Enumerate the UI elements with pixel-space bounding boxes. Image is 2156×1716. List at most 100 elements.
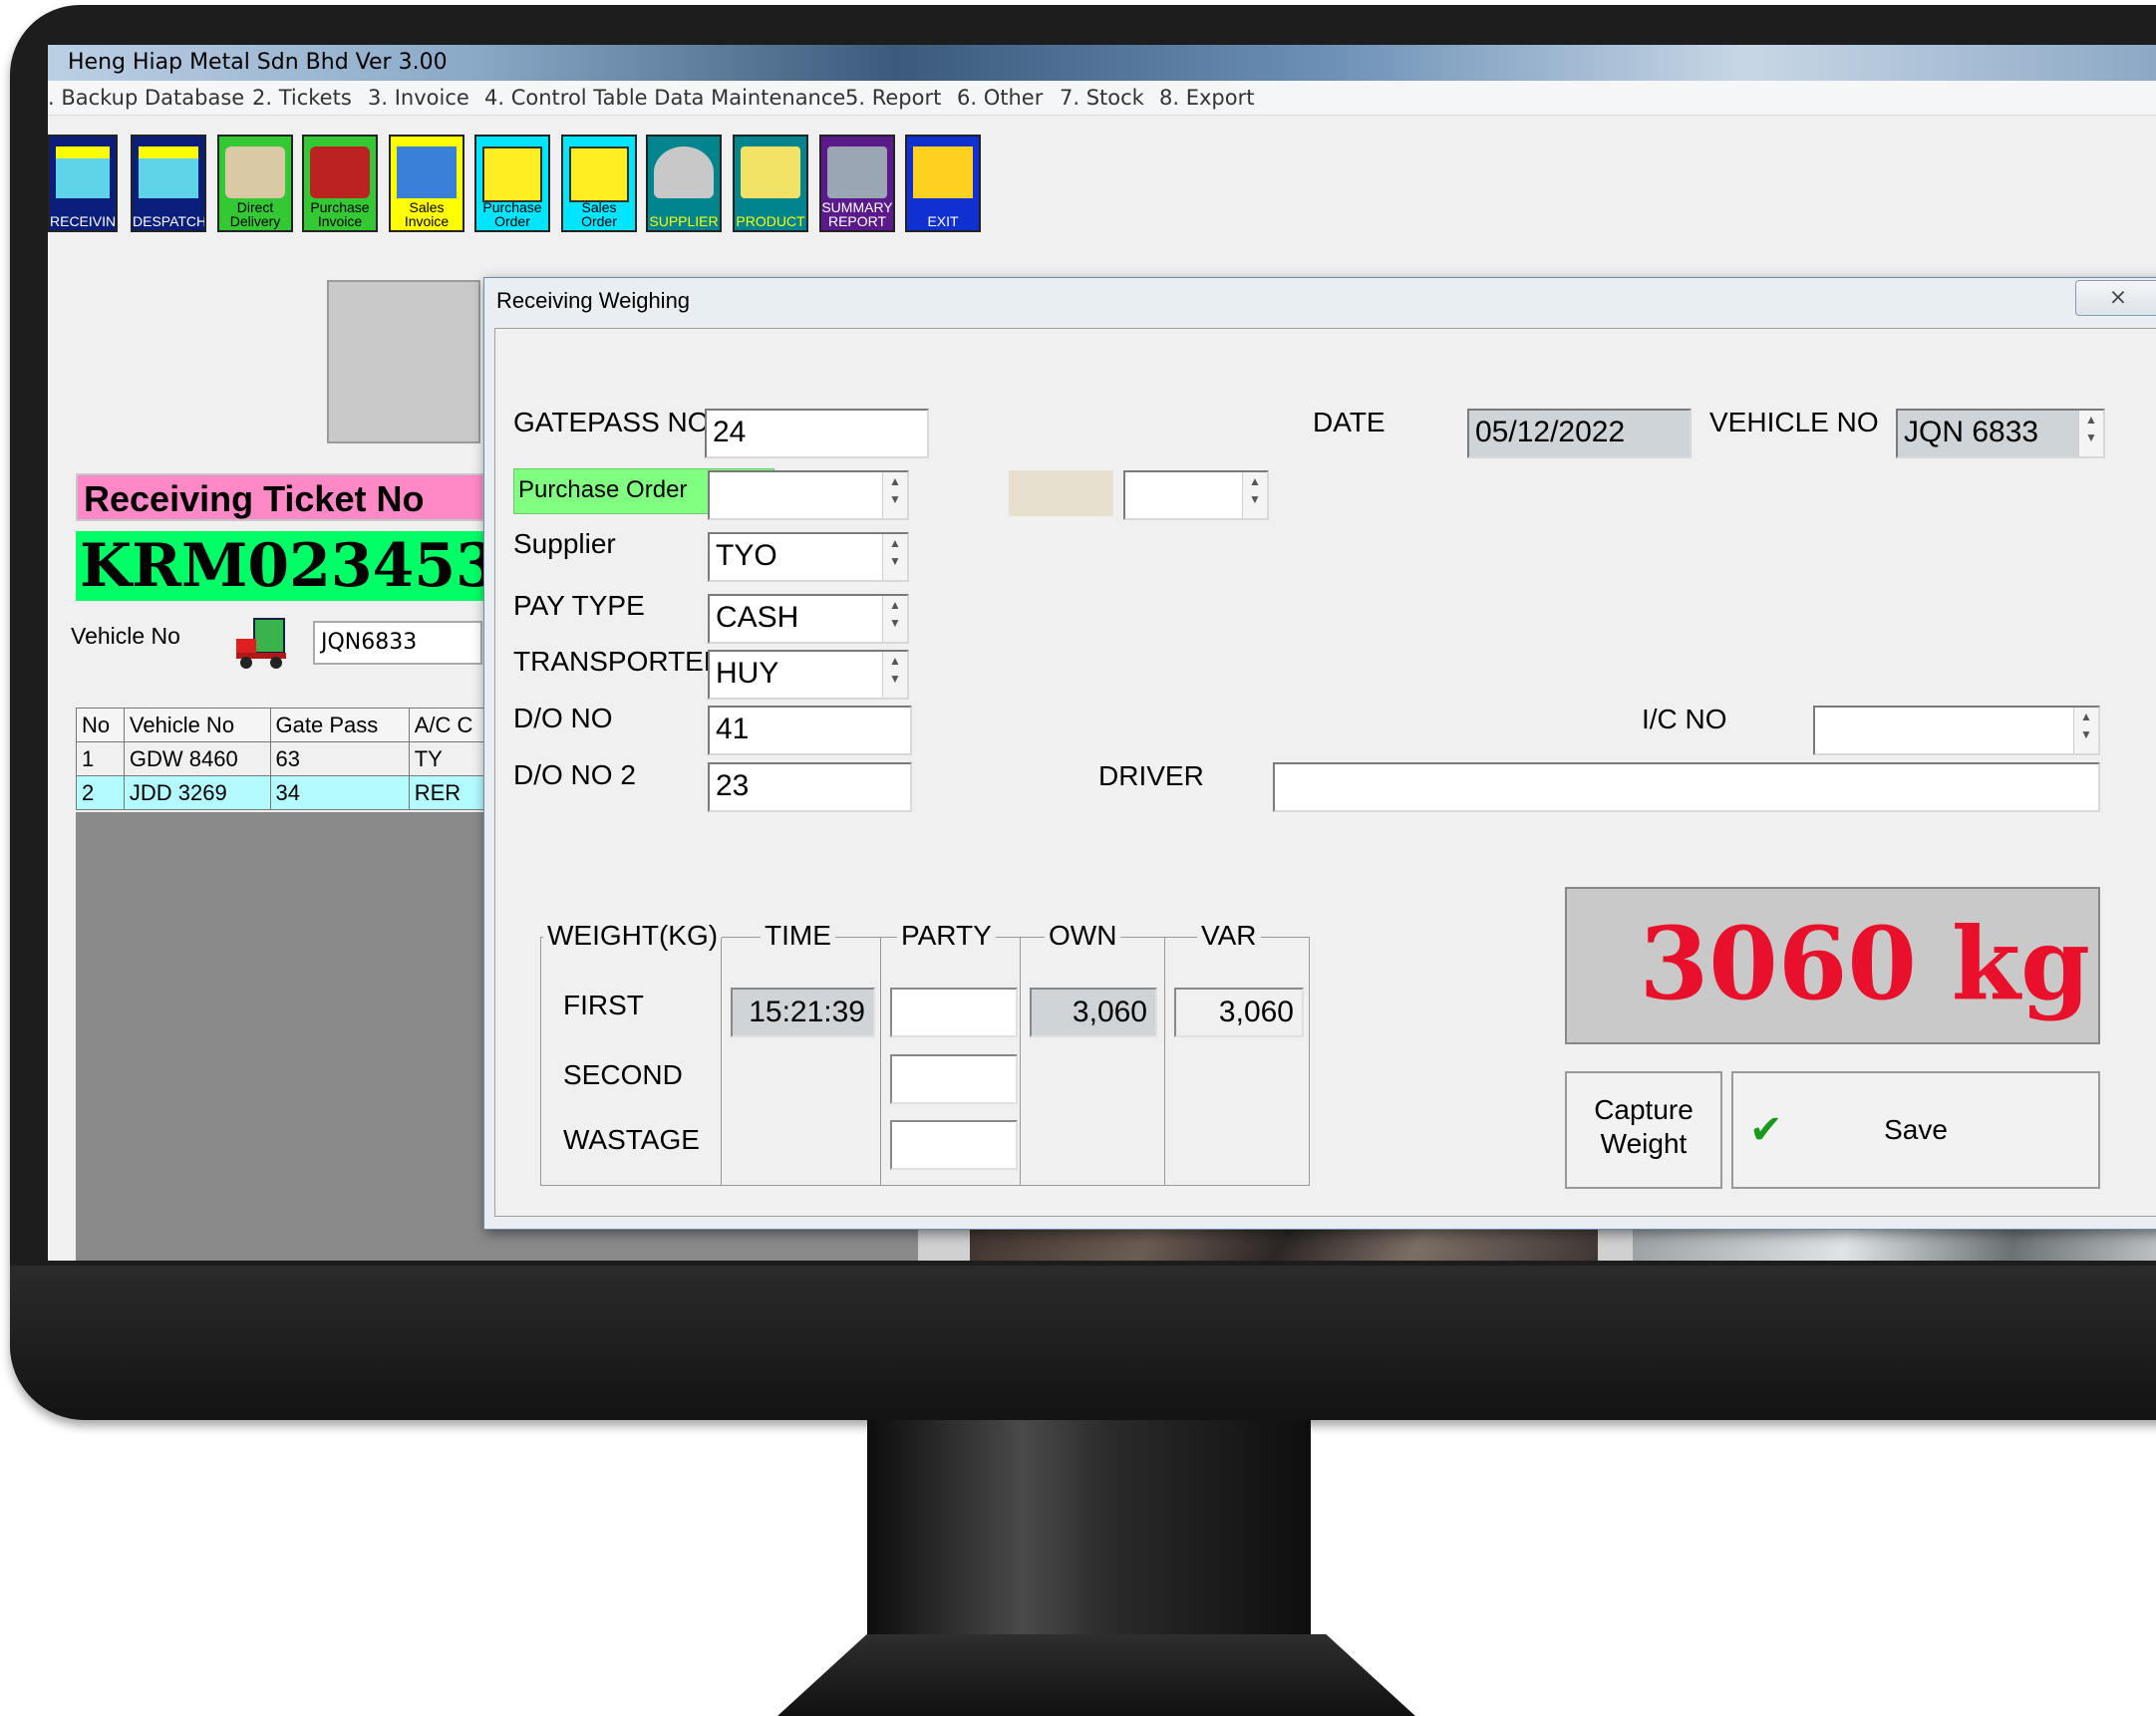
vehicle-no-select[interactable]: JQN 6833 ▲ ▼	[1896, 409, 2105, 458]
menu-control-table[interactable]: 4. Control Table Data Maintenance	[484, 86, 845, 110]
close-icon: ⨯	[2108, 284, 2128, 309]
second-row-label: SECOND	[563, 1059, 683, 1090]
menu-other[interactable]: 6. Other	[957, 86, 1043, 110]
ic-no-input[interactable]: ▲ ▼	[1813, 706, 2100, 755]
party-column	[880, 938, 881, 1185]
receiving-ticket-number: KRM0234537	[76, 531, 484, 601]
grid-header-row: No Vehicle No Gate Pass A/C C	[76, 708, 495, 742]
menu-stock[interactable]: 7. Stock	[1060, 86, 1144, 110]
spinner-arrows-icon[interactable]: ▲ ▼	[882, 596, 907, 642]
date-label: DATE	[1313, 407, 1386, 437]
table-row[interactable]: 1 GDW 8460 63 TY	[76, 741, 495, 776]
vehicle-no-input[interactable]: JQN6833	[313, 621, 482, 665]
checkmark-icon: ✔	[1749, 1108, 1783, 1152]
receiving-weighing-dialog: Receiving Weighing ⨯ GATEPASS NO 24 Purc…	[483, 277, 2156, 1230]
gatepass-input[interactable]: 24	[705, 409, 929, 458]
toolbar-direct-delivery-button[interactable]: Direct Delivery	[217, 135, 293, 232]
menu-export[interactable]: 8. Export	[1159, 86, 1254, 110]
screen: Heng Hiap Metal Sdn Bhd Ver 3.00 . Backu…	[48, 45, 2156, 1261]
grid-cell[interactable]: 63	[269, 741, 410, 776]
grid-cell[interactable]: 2	[76, 775, 125, 810]
do-no-input[interactable]: 41	[708, 706, 912, 755]
toolbar-exit-button[interactable]: EXIT	[905, 135, 981, 232]
grid-cell[interactable]: 1	[76, 741, 125, 776]
pay-type-label: PAY TYPE	[513, 590, 645, 621]
dialog-body: GATEPASS NO 24 Purchase Order ▲ ▼ ▲ ▼ Supp…	[494, 328, 2156, 1217]
grid-cell[interactable]: TY	[408, 741, 495, 776]
despatch-icon	[139, 146, 198, 198]
receiving-ticket-label: Receiving Ticket No	[76, 473, 484, 521]
capture-weight-button[interactable]: Capture Weight	[1565, 1071, 1722, 1189]
wastage-row-label: WASTAGE	[563, 1124, 700, 1155]
grid-header-gatepass[interactable]: Gate Pass	[269, 708, 410, 742]
toolbar-product-button[interactable]: PRODUCT	[733, 135, 808, 232]
time-header: TIME	[761, 920, 835, 952]
party-header: PARTY	[897, 920, 996, 952]
purchase-invoice-icon	[310, 146, 370, 198]
transporter-select[interactable]: HUY ▲ ▼	[708, 650, 909, 700]
toolbar-purchase-order-button[interactable]: Purchase Order	[474, 135, 550, 232]
own-column	[1020, 938, 1021, 1185]
grid-header-no[interactable]: No	[76, 708, 125, 742]
transporter-label: TRANSPORTER	[513, 646, 725, 677]
date-input[interactable]: 05/12/2022	[1467, 409, 1692, 458]
app-title: Heng Hiap Metal Sdn Bhd Ver 3.00	[68, 50, 448, 75]
menu-bar: . Backup Database 2. Tickets 3. Invoice …	[48, 81, 2156, 116]
toolbar-despatch-button[interactable]: DESPATCH	[131, 135, 206, 232]
ic-no-label: I/C NO	[1642, 704, 1727, 734]
toolbar-receiving-button[interactable]: RECEIVING	[48, 135, 118, 232]
grid-header-vehicle[interactable]: Vehicle No	[123, 708, 271, 742]
toolbar-purchase-invoice-button[interactable]: Purchase Invoice	[302, 135, 378, 232]
time-column	[721, 938, 722, 1185]
toolbar-supplier-button[interactable]: SUPPLIER	[646, 135, 722, 232]
var-column	[1164, 938, 1165, 1185]
weight-table: WEIGHT(KG) TIME PARTY OWN VAR FIRST SECO…	[540, 920, 1310, 1186]
supplier-select[interactable]: TYO ▲ ▼	[708, 532, 909, 582]
sales-order-icon	[569, 146, 629, 202]
purchase-order-icon	[482, 146, 542, 202]
var-header: VAR	[1197, 920, 1261, 952]
supplier-icon	[654, 146, 714, 198]
grid-header-account[interactable]: A/C C	[408, 708, 495, 742]
spinner-arrows-icon[interactable]: ▲ ▼	[1242, 472, 1267, 518]
close-button[interactable]: ⨯	[2075, 280, 2156, 316]
weight-kg-header: WEIGHT(KG)	[543, 920, 723, 952]
grid-cell[interactable]: 34	[269, 775, 410, 810]
second-party-field[interactable]	[890, 1054, 1018, 1104]
photo-placeholder	[327, 280, 480, 443]
spinner-arrows-icon[interactable]: ▲ ▼	[2078, 411, 2103, 456]
sales-invoice-icon	[397, 146, 457, 198]
supplier-label: Supplier	[513, 528, 616, 559]
scale-weight-display: 3060 kg	[1565, 887, 2100, 1044]
first-party-field[interactable]	[890, 988, 1018, 1037]
first-own-field[interactable]: 3,060	[1030, 988, 1157, 1037]
spinner-arrows-icon[interactable]: ▲ ▼	[882, 652, 907, 698]
menu-backup-database[interactable]: . Backup Database	[48, 86, 244, 110]
do-no-label: D/O NO	[513, 703, 613, 733]
table-row[interactable]: 2 JDD 3269 34 RER	[76, 775, 495, 810]
toolbar-sales-order-button[interactable]: Sales Order	[561, 135, 637, 232]
first-var-field[interactable]: 3,060	[1174, 988, 1304, 1037]
purchase-order-extra-select[interactable]: ▲ ▼	[1123, 470, 1269, 520]
grid-cell[interactable]: JDD 3269	[123, 775, 271, 810]
do-no-2-input[interactable]: 23	[708, 762, 912, 812]
menu-invoice[interactable]: 3. Invoice	[368, 86, 469, 110]
monitor-chin	[10, 1266, 2156, 1420]
grid-cell[interactable]: GDW 8460	[123, 741, 271, 776]
toolbar-sales-invoice-button[interactable]: Sales Invoice	[389, 135, 464, 232]
ticket-grid: No Vehicle No Gate Pass A/C C 1 GDW 8460…	[76, 708, 495, 810]
spinner-arrows-icon[interactable]: ▲ ▼	[882, 534, 907, 580]
vehicle-no-dialog-label: VEHICLE NO	[1709, 407, 1879, 437]
save-button[interactable]: ✔ Save	[1731, 1071, 2100, 1189]
menu-report[interactable]: 5. Report	[845, 86, 941, 110]
spinner-arrows-icon[interactable]: ▲ ▼	[2073, 708, 2098, 753]
menu-tickets[interactable]: 2. Tickets	[252, 86, 352, 110]
purchase-order-select[interactable]: ▲ ▼	[708, 470, 909, 520]
wastage-party-field[interactable]	[890, 1120, 1018, 1170]
toolbar-summary-report-button[interactable]: SUMMARY REPORT	[819, 135, 895, 232]
pay-type-select[interactable]: CASH ▲ ▼	[708, 594, 909, 644]
spinner-arrows-icon[interactable]: ▲ ▼	[882, 472, 907, 518]
grid-cell[interactable]: RER	[408, 775, 495, 810]
driver-input[interactable]	[1273, 762, 2100, 812]
first-time-field[interactable]: 15:21:39	[731, 988, 875, 1037]
